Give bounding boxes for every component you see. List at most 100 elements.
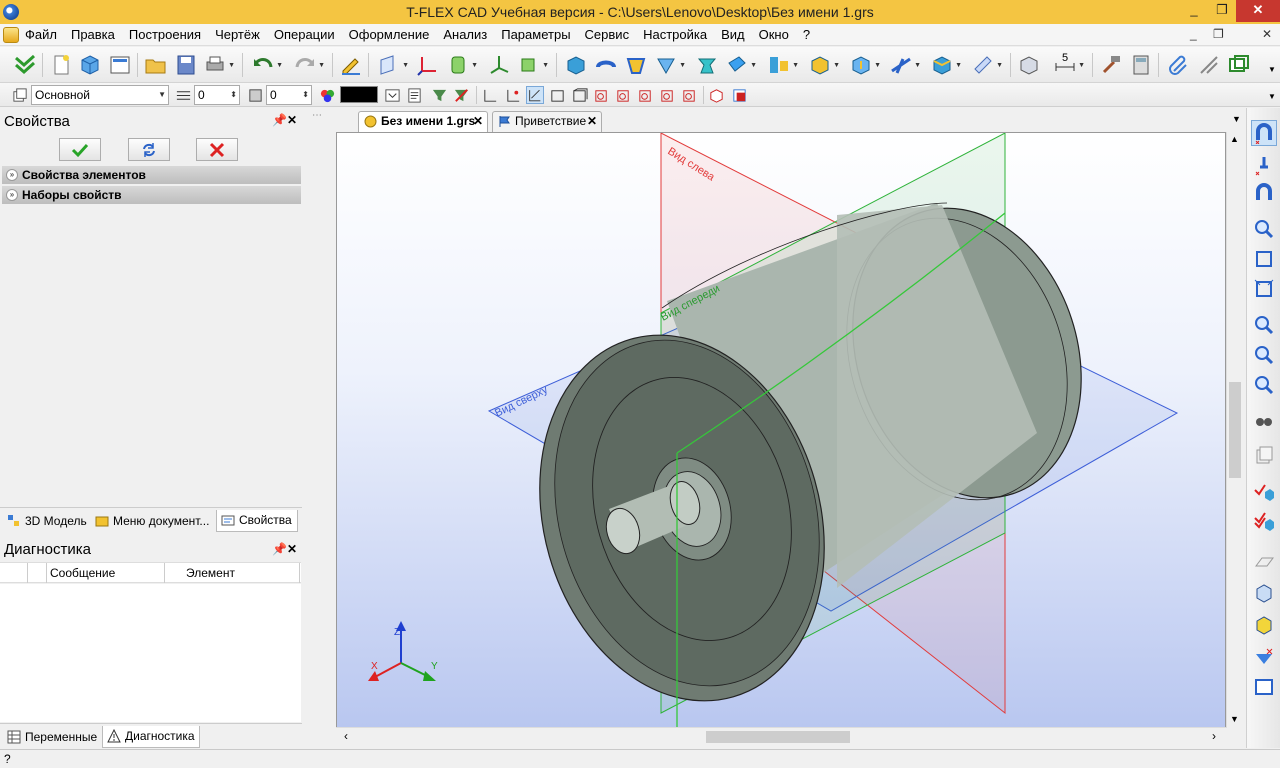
menu-parameters[interactable]: Параметры <box>494 27 577 43</box>
zoom-previous-button[interactable] <box>1251 372 1277 398</box>
color-palette-button[interactable] <box>318 86 336 104</box>
level-stepper[interactable]: 0 ⬍ <box>194 85 240 105</box>
spiral-button[interactable] <box>694 52 720 78</box>
toolbar-overflow-icon[interactable]: ▼ <box>1268 65 1276 74</box>
horizontal-scroll-thumb[interactable] <box>706 731 850 743</box>
level-button[interactable] <box>174 86 192 104</box>
menu-settings[interactable]: Настройка <box>636 27 714 43</box>
panel-close-icon[interactable]: ✕ <box>287 542 297 556</box>
tab-welcome[interactable]: Приветствие ✕ <box>492 111 602 132</box>
select-operation-button[interactable] <box>592 86 610 104</box>
cancel-button[interactable] <box>196 138 238 161</box>
select-multi-button[interactable] <box>1251 508 1277 534</box>
node-button[interactable] <box>486 52 512 78</box>
calculator-button[interactable] <box>1128 52 1154 78</box>
boolean-button[interactable]: ▼ <box>766 52 799 78</box>
menu-edit[interactable]: Правка <box>64 27 122 43</box>
snap-pin-button[interactable] <box>1251 152 1277 178</box>
fit-all-button[interactable] <box>1251 246 1277 272</box>
scroll-up-icon[interactable]: ▲ <box>1230 134 1239 144</box>
menu-service[interactable]: Сервис <box>578 27 637 43</box>
select-check-button[interactable] <box>1251 478 1277 504</box>
select-button[interactable] <box>481 86 499 104</box>
select-face-button[interactable] <box>548 86 566 104</box>
tab-diagnostics[interactable]: Диагностика <box>102 726 200 748</box>
chamfer-button[interactable]: ▼ <box>848 52 881 78</box>
section-plane-button[interactable] <box>1251 548 1277 574</box>
vertical-scrollbar[interactable]: ▲ ▼ <box>1226 132 1242 728</box>
select-2d-element-button[interactable] <box>730 86 748 104</box>
undo-button[interactable]: ▼ <box>250 52 283 78</box>
loft-button[interactable] <box>623 52 649 78</box>
body-by-sections-button[interactable]: ▼ <box>724 52 757 78</box>
document-menu-icon[interactable] <box>3 27 19 43</box>
menu-file[interactable]: Файл <box>18 27 64 43</box>
menu-analysis[interactable]: Анализ <box>436 27 494 43</box>
menu-window[interactable]: Окно <box>752 27 796 43</box>
tab-3d-model[interactable]: 3D Модель <box>2 510 90 532</box>
zoom-in-button[interactable] <box>1251 312 1277 338</box>
tab-variables[interactable]: Переменные <box>2 726 100 748</box>
snap-magnet-button[interactable] <box>1251 120 1277 146</box>
step-button[interactable]: 5 ▼ <box>1052 52 1085 78</box>
scroll-right-icon[interactable]: › <box>1212 729 1216 743</box>
print-button[interactable]: ▼ <box>202 52 235 78</box>
wireframe-cube-button[interactable] <box>1251 580 1277 606</box>
measure-button[interactable] <box>1098 52 1124 78</box>
menu-drawing[interactable]: Чертёж <box>208 27 267 43</box>
pin-icon[interactable]: 📌 <box>272 542 287 556</box>
new-3d-model-button[interactable] <box>77 52 103 78</box>
menu-operations[interactable]: Операции <box>267 27 342 43</box>
extrude-button[interactable] <box>563 52 589 78</box>
select-filter-button[interactable] <box>1251 644 1277 670</box>
priority-stepper[interactable]: 0 ⬍ <box>266 85 312 105</box>
properties-button[interactable] <box>405 86 423 104</box>
constraint-button[interactable] <box>1196 52 1222 78</box>
shell-button[interactable]: ▼ <box>888 52 921 78</box>
window-view-button[interactable] <box>1251 674 1277 700</box>
snap-magnet2-button[interactable] <box>1251 180 1277 206</box>
mdi-minimize-button[interactable]: _ <box>1190 27 1197 41</box>
layers-button[interactable] <box>11 86 29 104</box>
horizontal-scrollbar[interactable]: ‹ › <box>336 727 1226 745</box>
select-node-button[interactable] <box>504 86 522 104</box>
column-element[interactable]: Элемент <box>186 566 235 580</box>
mdi-restore-button[interactable]: ❐ <box>1213 27 1224 41</box>
3d-viewport[interactable]: Вид слева Вид спереди Вид сверху Z X Y <box>336 132 1226 728</box>
menu-construct[interactable]: Построения <box>122 27 208 43</box>
minimize-button[interactable]: _ <box>1180 0 1208 22</box>
column-message[interactable]: Сообщение <box>50 566 115 580</box>
select-edge-button[interactable] <box>526 86 544 104</box>
fragment-button[interactable] <box>1226 52 1252 78</box>
tab-close-icon[interactable]: ✕ <box>587 112 597 131</box>
select-cs-button[interactable] <box>680 86 698 104</box>
menu-help[interactable]: ? <box>796 27 817 43</box>
tab-properties[interactable]: Свойства <box>216 510 298 532</box>
filter-button[interactable] <box>430 86 448 104</box>
select-body-button[interactable] <box>570 86 588 104</box>
select-vertex-button[interactable] <box>658 86 676 104</box>
save-button[interactable] <box>173 52 199 78</box>
filter-off-button[interactable] <box>452 86 470 104</box>
copy-button[interactable]: ▼ <box>970 52 1003 78</box>
tab-document-menu[interactable]: Меню документ... <box>90 510 214 532</box>
section-view-button[interactable] <box>1016 52 1042 78</box>
menu-view[interactable]: Вид <box>714 27 752 43</box>
fillet-button[interactable]: ▼ <box>807 52 840 78</box>
tab-close-icon[interactable]: ✕ <box>473 112 483 131</box>
select-loop-button[interactable] <box>614 86 632 104</box>
tabs-dropdown-icon[interactable]: ▼ <box>1232 114 1241 124</box>
profile-button[interactable]: ▼ <box>445 52 478 78</box>
more-icon[interactable]: ⋯ <box>312 110 322 121</box>
lcs-button[interactable] <box>415 52 441 78</box>
close-button[interactable]: ✕ <box>1236 0 1280 22</box>
scroll-left-icon[interactable]: ‹ <box>344 729 348 743</box>
shaded-cube-button[interactable] <box>1251 612 1277 638</box>
pan-button[interactable] <box>1251 408 1277 434</box>
new-drawing-button[interactable] <box>107 52 133 78</box>
confirm-all-button[interactable] <box>12 52 38 78</box>
pin-icon[interactable]: 📌 <box>272 113 287 127</box>
new-document-button[interactable] <box>48 52 74 78</box>
color-dropdown-button[interactable] <box>383 86 401 104</box>
sketch-button[interactable] <box>338 52 364 78</box>
